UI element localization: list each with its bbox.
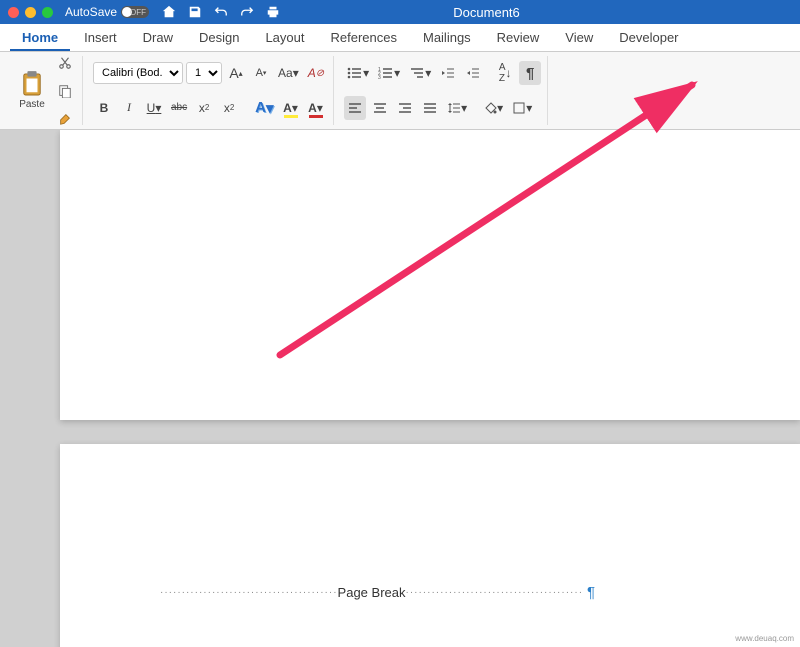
tab-layout[interactable]: Layout [253,26,316,51]
increase-font-button[interactable]: A▴ [225,61,247,85]
outdent-icon [441,66,455,80]
numbering-button[interactable]: 123 ▾ [375,61,403,85]
tab-mailings[interactable]: Mailings [411,26,483,51]
underline-button[interactable]: U ▾ [143,96,165,120]
paintbrush-icon [58,112,72,126]
align-right-icon [398,102,412,114]
window-controls [8,7,53,18]
copy-icon [58,84,72,98]
increase-indent-button[interactable] [462,61,484,85]
italic-button[interactable]: I [118,96,140,120]
autosave-toggle[interactable]: OFF [121,6,149,18]
numbered-list-icon: 123 [378,66,394,80]
document-page-1[interactable] [60,130,800,420]
show-paragraph-marks-button[interactable]: ¶ [519,61,541,85]
highlight-button[interactable]: A ▾ [280,96,302,120]
document-page-2[interactable]: ········································… [60,444,800,647]
multilevel-list-icon [409,66,425,80]
home-icon[interactable] [161,4,177,20]
sort-button[interactable]: AZ↓ [494,61,516,85]
page-break-label: Page Break [338,585,406,600]
document-area[interactable]: ········································… [0,130,800,647]
borders-icon [512,101,526,115]
paint-bucket-icon [483,101,497,115]
tab-developer[interactable]: Developer [607,26,690,51]
line-spacing-icon [447,101,461,115]
bullet-list-icon [347,66,363,80]
minimize-window-button[interactable] [25,7,36,18]
document-title: Document6 [181,5,792,20]
font-color-button[interactable]: A ▾ [305,96,327,120]
pilcrow-mark: ¶ [587,584,595,601]
page-break-indicator: ········································… [160,584,700,601]
font-name-select[interactable]: Calibri (Bod... [93,62,183,84]
tab-home[interactable]: Home [10,26,70,51]
watermark: www.deuaq.com [735,634,794,643]
font-size-select[interactable]: 12 [186,62,222,84]
scissors-icon [58,56,72,70]
format-painter-button[interactable] [54,107,76,131]
strikethrough-button[interactable]: abc [168,96,190,120]
close-window-button[interactable] [8,7,19,18]
text-effects-button[interactable]: A ▾ [252,96,276,120]
decrease-indent-button[interactable] [437,61,459,85]
maximize-window-button[interactable] [42,7,53,18]
decrease-font-button[interactable]: A▾ [250,61,272,85]
autosave-label: AutoSave [65,5,117,19]
justify-icon [423,102,437,114]
tab-design[interactable]: Design [187,26,251,51]
cut-button[interactable] [54,51,76,75]
ribbon-tabs: Home Insert Draw Design Layout Reference… [0,24,800,52]
align-center-button[interactable] [369,96,391,120]
font-group: Calibri (Bod... 12 A▴ A▾ Aa ▾ A⊘ B I U ▾… [87,56,334,125]
bullets-button[interactable]: ▾ [344,61,372,85]
borders-button[interactable]: ▾ [509,96,535,120]
paragraph-group: ▾ 123 ▾ ▾ AZ↓ ¶ ▾ ▾ ▾ [338,56,548,125]
tab-references[interactable]: References [319,26,409,51]
tab-review[interactable]: Review [485,26,552,51]
svg-text:3: 3 [378,75,381,80]
justify-button[interactable] [419,96,441,120]
ribbon: Paste Calibri (Bod... 12 A▴ A▾ Aa ▾ A⊘ B… [0,52,800,130]
line-spacing-button[interactable]: ▾ [444,96,470,120]
autosave-control[interactable]: AutoSave OFF [65,5,149,19]
bold-button[interactable]: B [93,96,115,120]
align-center-icon [373,102,387,114]
change-case-button[interactable]: Aa ▾ [275,61,302,85]
copy-button[interactable] [54,79,76,103]
indent-icon [466,66,480,80]
clipboard-group: Paste [6,56,83,125]
tab-draw[interactable]: Draw [131,26,185,51]
align-left-icon [348,102,362,114]
align-left-button[interactable] [344,96,366,120]
align-right-button[interactable] [394,96,416,120]
shading-button[interactable]: ▾ [480,96,506,120]
multilevel-list-button[interactable]: ▾ [406,61,434,85]
clipboard-icon [21,71,43,97]
paste-button[interactable]: Paste [12,71,52,110]
clear-formatting-button[interactable]: A⊘ [305,61,327,85]
superscript-button[interactable]: x2 [218,96,240,120]
tab-view[interactable]: View [553,26,605,51]
subscript-button[interactable]: x2 [193,96,215,120]
tab-insert[interactable]: Insert [72,26,129,51]
title-bar: AutoSave OFF Document6 [0,0,800,24]
